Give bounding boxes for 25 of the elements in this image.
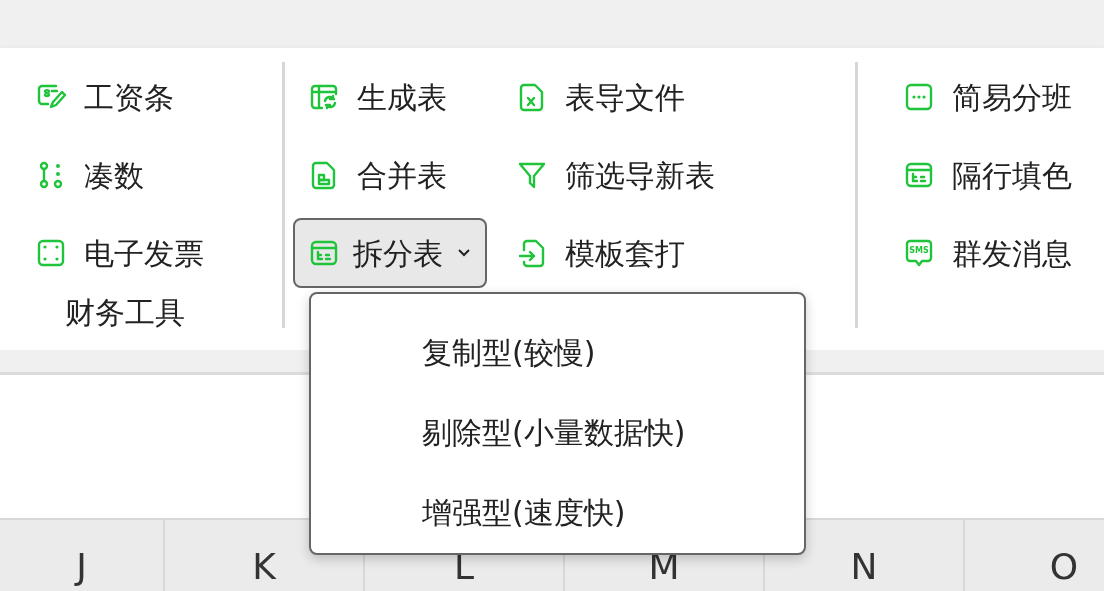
filter-icon [517, 160, 547, 190]
menu-item[interactable]: 复制型(较慢) [311, 312, 804, 393]
tool-button[interactable]: 模板套打 [501, 218, 781, 288]
tool-button[interactable]: 隔行填色 [888, 140, 1088, 210]
tool-button[interactable]: SMS 群发消息 [888, 218, 1088, 288]
more-icon [904, 82, 934, 112]
tool-button[interactable]: 工资条 [20, 62, 220, 132]
frame-icon [36, 238, 66, 268]
tool-button[interactable]: 生成表 [293, 62, 487, 132]
file-import-icon [517, 238, 547, 268]
tool-button[interactable]: 简易分班 [888, 62, 1088, 132]
message-icon: SMS [904, 238, 934, 268]
tool-button[interactable]: 筛选导新表 [501, 140, 781, 210]
group-label: 财务工具 [64, 294, 186, 332]
table-icon [309, 238, 339, 268]
tool-button[interactable]: 凑数 [20, 140, 220, 210]
table-refresh-icon [309, 82, 339, 112]
tool-button[interactable]: 表导文件 [501, 62, 781, 132]
split-table-button[interactable]: 拆分表 [293, 218, 487, 288]
tool-button[interactable]: 合并表 [293, 140, 487, 210]
column-header[interactable]: J [0, 520, 165, 591]
column-header[interactable]: O [965, 520, 1104, 591]
table-icon [904, 160, 934, 190]
caret-icon [457, 248, 471, 258]
tool-button[interactable]: 电子发票 [20, 218, 220, 288]
